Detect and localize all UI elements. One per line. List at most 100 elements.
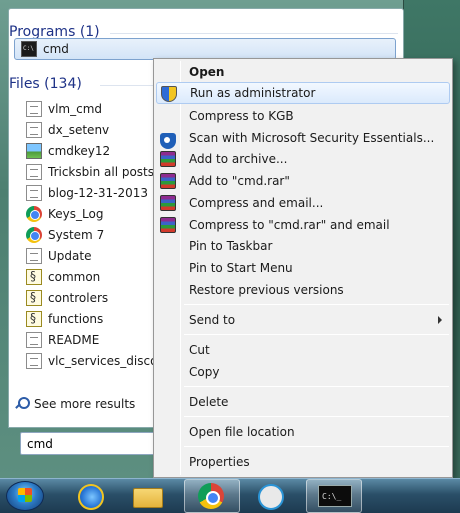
file-item[interactable]: dx_setenv: [22, 120, 156, 140]
menu-item-pin-to-taskbar[interactable]: Pin to Taskbar: [156, 235, 450, 257]
security-essentials-icon: [160, 133, 176, 149]
menu-item-open[interactable]: Open: [156, 61, 450, 83]
script-icon: [26, 269, 42, 285]
start-search-input[interactable]: [20, 432, 170, 455]
document-icon: [26, 164, 42, 180]
menu-item-add-to-archive[interactable]: Add to archive...: [156, 148, 450, 170]
menu-item-compress-and-email[interactable]: Compress and email...: [156, 192, 450, 214]
menu-item-label: Scan with Microsoft Security Essentials.…: [189, 131, 435, 145]
menu-item-label: Properties: [189, 455, 250, 469]
menu-item-label: Copy: [189, 365, 220, 379]
menu-item-properties[interactable]: Properties: [156, 451, 450, 473]
menu-item-open-file-location[interactable]: Open file location: [156, 421, 450, 443]
menu-item-add-to-cmd-rar[interactable]: Add to "cmd.rar": [156, 170, 450, 192]
menu-item-label: Compress to KGB: [189, 109, 294, 123]
image-icon: [26, 143, 42, 159]
see-more-results-label: See more results: [34, 397, 136, 411]
file-item-label: controlers: [48, 291, 109, 305]
menu-item-label: Restore previous versions: [189, 283, 344, 297]
file-item-label: Tricksbin all posts: [48, 165, 155, 179]
document-icon: [26, 101, 42, 117]
menu-item-delete[interactable]: Delete: [156, 391, 450, 413]
winrar-icon: [160, 217, 176, 233]
menu-item-label: Run as administrator: [190, 86, 316, 100]
script-icon: [26, 290, 42, 306]
menu-item-label: Pin to Start Menu: [189, 261, 293, 275]
windows-flag-icon: [18, 488, 32, 502]
winrar-icon: [160, 195, 176, 211]
document-icon: [26, 332, 42, 348]
internet-explorer-icon: [78, 484, 104, 510]
file-item-label: common: [48, 270, 101, 284]
file-item[interactable]: vlc_services_discove: [22, 351, 156, 371]
menu-item-copy[interactable]: Copy: [156, 361, 450, 383]
file-item[interactable]: Keys_Log: [22, 204, 156, 224]
file-item[interactable]: vlm_cmd: [22, 99, 156, 119]
menu-item-label: Open: [189, 65, 225, 79]
script-icon: [26, 311, 42, 327]
file-item[interactable]: cmdkey12: [22, 141, 156, 161]
menu-item-scan-security-essentials[interactable]: Scan with Microsoft Security Essentials.…: [156, 127, 450, 149]
file-item-label: README: [48, 333, 100, 347]
chrome-icon: [198, 483, 224, 509]
menu-item-label: Add to "cmd.rar": [189, 174, 290, 188]
menu-separator: [184, 446, 449, 447]
file-item[interactable]: Tricksbin all posts: [22, 162, 156, 182]
program-item-label: cmd: [43, 42, 69, 56]
document-icon: [26, 122, 42, 138]
menu-item-run-as-administrator[interactable]: Run as administrator: [156, 82, 450, 104]
document-icon: [26, 185, 42, 201]
programs-divider: [110, 33, 398, 34]
menu-item-label: Compress to "cmd.rar" and email: [189, 218, 390, 232]
menu-item-label: Compress and email...: [189, 196, 324, 210]
file-item-label: functions: [48, 312, 104, 326]
file-item[interactable]: blog-12-31-2013: [22, 183, 156, 203]
menu-item-label: Add to archive...: [189, 152, 288, 166]
file-item-label: Keys_Log: [48, 207, 104, 221]
menu-separator: [184, 304, 449, 305]
file-item-label: cmdkey12: [48, 144, 111, 158]
file-item[interactable]: README: [22, 330, 156, 350]
menu-item-send-to[interactable]: Send to: [156, 309, 450, 331]
menu-item-label: Delete: [189, 395, 229, 409]
file-item-label: vlc_services_discove: [48, 354, 156, 368]
files-header: Files (134): [9, 76, 82, 92]
menu-item-label: Cut: [189, 343, 210, 357]
uac-shield-icon: [161, 86, 177, 102]
menu-item-restore-previous-versions[interactable]: Restore previous versions: [156, 279, 450, 301]
menu-separator: [184, 416, 449, 417]
menu-separator: [184, 334, 449, 335]
file-item[interactable]: controlers: [22, 288, 156, 308]
command-prompt-icon: [21, 41, 37, 57]
file-item-label: blog-12-31-2013: [48, 186, 148, 200]
menu-item-label: Send to: [189, 313, 236, 327]
winrar-icon: [160, 151, 176, 167]
program-item-cmd[interactable]: cmd: [14, 38, 396, 60]
file-item-label: Update: [48, 249, 92, 263]
menu-item-pin-to-start-menu[interactable]: Pin to Start Menu: [156, 257, 450, 279]
menu-item-compress-to-kgb[interactable]: Compress to KGB: [156, 105, 450, 127]
uplay-icon: [258, 484, 284, 510]
menu-item-cut[interactable]: Cut: [156, 339, 450, 361]
menu-separator: [184, 386, 449, 387]
chrome-icon: [26, 227, 42, 243]
file-item[interactable]: Update: [22, 246, 156, 266]
file-item-label: vlm_cmd: [48, 102, 103, 116]
file-item[interactable]: common: [22, 267, 156, 287]
document-icon: [26, 248, 42, 264]
command-prompt-icon: [318, 485, 352, 507]
file-item[interactable]: System 7: [22, 225, 156, 245]
search-icon: [14, 397, 30, 411]
file-item-label: System 7: [48, 228, 105, 242]
menu-item-label: Open file location: [189, 425, 295, 439]
winrar-icon: [160, 173, 176, 189]
menu-item-label: Pin to Taskbar: [189, 239, 273, 253]
see-more-results-link[interactable]: See more results: [14, 397, 135, 411]
context-menu: Open Run as administrator Compress to KG…: [153, 58, 453, 478]
file-explorer-icon: [133, 488, 163, 508]
submenu-arrow-icon: [438, 316, 442, 324]
menu-item-compress-to-cmd-rar-and-email[interactable]: Compress to "cmd.rar" and email: [156, 214, 450, 236]
file-item[interactable]: functions: [22, 309, 156, 329]
chrome-icon: [26, 206, 42, 222]
files-divider: [100, 85, 154, 86]
